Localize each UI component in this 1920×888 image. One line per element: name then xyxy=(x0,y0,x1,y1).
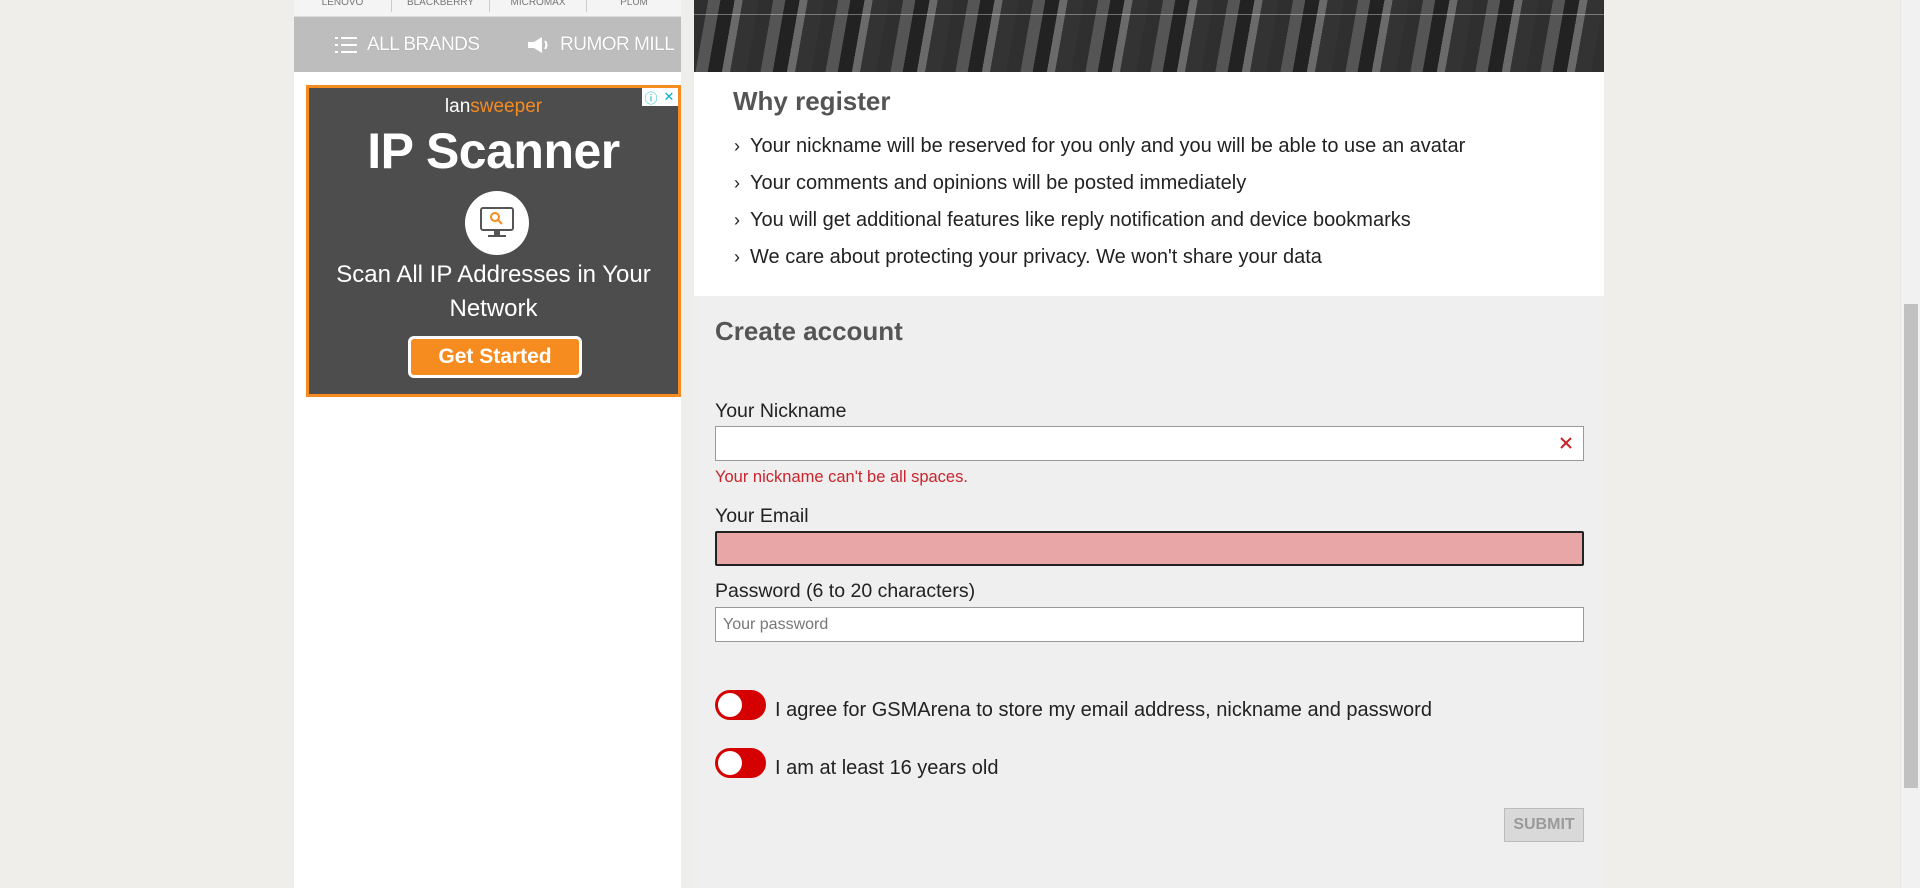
ad-logo-prefix: lan xyxy=(444,96,471,117)
ad-logo: lansweeper xyxy=(309,96,678,118)
brand-link-micromax[interactable]: MICROMAX xyxy=(490,0,586,12)
brand-strip: LENOVO BLACKBERRY MICROMAX PLUM xyxy=(294,0,681,17)
list-item-text: We care about protecting your privacy. W… xyxy=(750,246,1322,268)
password-label: Password (6 to 20 characters) xyxy=(715,580,976,602)
list-item-text: Your comments and opinions will be poste… xyxy=(750,172,1247,194)
password-input[interactable] xyxy=(715,607,1584,642)
all-brands-button[interactable]: ALL BRANDS xyxy=(335,17,480,72)
agree-store-toggle[interactable] xyxy=(715,690,766,720)
create-account-heading: Create account xyxy=(715,316,903,346)
ad-title: IP Scanner xyxy=(367,123,620,179)
age-confirm-toggle[interactable] xyxy=(715,748,766,778)
list-item-text: You will get additional features like re… xyxy=(750,209,1411,231)
list-item: › Your comments and opinions will be post… xyxy=(734,171,1465,208)
hero-image xyxy=(694,0,1604,72)
agree-store-label: I agree for GSMArena to store my email a… xyxy=(775,699,1432,721)
vertical-scrollbar[interactable] xyxy=(1900,0,1920,888)
list-icon xyxy=(335,36,357,54)
list-item: › Your nickname will be reserved for you … xyxy=(734,134,1465,171)
nickname-label: Your Nickname xyxy=(715,400,847,422)
email-label: Your Email xyxy=(715,505,809,527)
submit-button[interactable]: SUBMIT xyxy=(1504,808,1584,842)
list-item: › We care about protecting your privacy. … xyxy=(734,245,1465,282)
ad-logo-suffix: sweeper xyxy=(470,96,543,117)
clear-nickname-icon[interactable] xyxy=(1557,434,1575,452)
ad-subtitle: Scan All IP Addresses in Your Network xyxy=(336,261,651,322)
chevron-right-icon: › xyxy=(734,247,740,267)
nickname-input[interactable] xyxy=(715,426,1584,461)
chevron-right-icon: › xyxy=(734,173,740,193)
brand-link-lenovo[interactable]: LENOVO xyxy=(294,0,391,12)
ad-get-started-button[interactable]: Get Started xyxy=(408,336,582,378)
monitor-search-icon xyxy=(465,191,529,255)
why-register-list: › Your nickname will be reserved for you … xyxy=(734,134,1465,282)
sidebar-nav: ALL BRANDS RUMOR MILL xyxy=(294,17,681,72)
advertisement-banner[interactable]: ⓘ ✕ lansweeper IP Scanner Scan All IP Ad… xyxy=(306,85,681,397)
why-register-heading: Why register xyxy=(733,86,891,116)
chevron-right-icon: › xyxy=(734,210,740,230)
chevron-right-icon: › xyxy=(734,136,740,156)
sidebar: LENOVO BLACKBERRY MICROMAX PLUM ALL BRAN… xyxy=(294,0,681,888)
nickname-error-message: Your nickname can't be all spaces. xyxy=(715,468,968,486)
email-input[interactable] xyxy=(715,531,1584,566)
list-item: › You will get additional features like r… xyxy=(734,208,1465,245)
age-confirm-label: I am at least 16 years old xyxy=(775,757,999,779)
rumor-mill-label: RUMOR MILL xyxy=(560,33,675,55)
scrollbar-thumb[interactable] xyxy=(1904,304,1918,788)
brand-link-plum[interactable]: PLUM xyxy=(587,0,681,12)
create-account-form: Create account Your Nickname Your nickna… xyxy=(694,296,1604,888)
list-item-text: Your nickname will be reserved for you o… xyxy=(750,135,1466,157)
all-brands-label: ALL BRANDS xyxy=(367,33,480,55)
why-register-section: Why register › Your nickname will be rese… xyxy=(694,72,1604,296)
megaphone-icon xyxy=(526,36,550,54)
brand-link-blackberry[interactable]: BLACKBERRY xyxy=(392,0,489,12)
rumor-mill-button[interactable]: RUMOR MILL xyxy=(526,17,675,72)
